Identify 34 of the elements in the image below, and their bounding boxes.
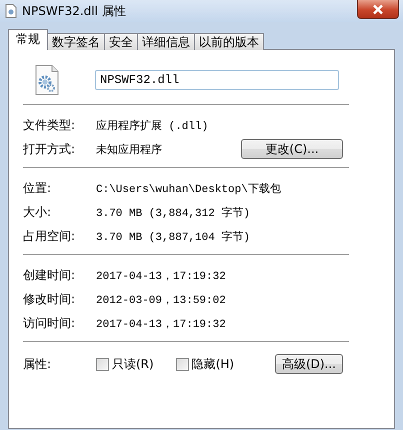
checkbox[interactable] xyxy=(96,358,109,370)
tab[interactable]: 数字签名 xyxy=(47,33,105,50)
field-label: 大小: xyxy=(23,204,52,220)
field-value: C:\Users\wuhan\Desktop\下载包 xyxy=(96,182,281,196)
change-button[interactable]: 更改(C)... xyxy=(241,139,343,159)
gear-file-icon xyxy=(35,65,59,95)
field-value: 2017-04-13，17:19:32 xyxy=(96,270,226,282)
close-icon[interactable] xyxy=(372,4,384,14)
field-value: 3.70 MB (3,884,312 字节) xyxy=(96,206,250,220)
close-button[interactable] xyxy=(357,0,399,19)
checkbox[interactable] xyxy=(176,358,189,370)
tab[interactable]: 以前的版本 xyxy=(194,33,264,50)
field-value: 3.70 MB (3,887,104 字节) xyxy=(96,230,250,244)
advanced-button[interactable]: 高级(D)... xyxy=(274,354,343,374)
field-value: 未知应用程序 xyxy=(96,142,163,156)
field-label: 属性: xyxy=(23,356,52,372)
checkbox-label: 只读(R) xyxy=(112,356,154,372)
field-label: 文件类型: xyxy=(23,116,76,134)
field-label: 访问时间: xyxy=(23,314,76,332)
field-label: 打开方式: xyxy=(23,140,76,158)
tab[interactable]: 详细信息 xyxy=(137,33,195,50)
name-field[interactable]: NPSWF32.dll xyxy=(95,70,339,90)
field-value: 2012-03-09，13:59:02 xyxy=(96,294,226,306)
field-value: 应用程序扩展 (.dll) xyxy=(96,118,208,132)
field-label: 占用空间: xyxy=(23,228,76,244)
checkbox-label: 隐藏(H) xyxy=(192,356,234,372)
field-label: 修改时间: xyxy=(23,290,76,308)
window-title: NPSWF32.dll 属性 xyxy=(22,2,126,20)
file-icon xyxy=(5,4,17,18)
tab[interactable]: 安全 xyxy=(104,33,138,50)
field-label: 创建时间: xyxy=(23,266,76,284)
field-label: 位置: xyxy=(23,180,52,196)
tab[interactable]: 常规 xyxy=(8,29,48,50)
field-value: 2017-04-13，17:19:32 xyxy=(96,318,226,330)
